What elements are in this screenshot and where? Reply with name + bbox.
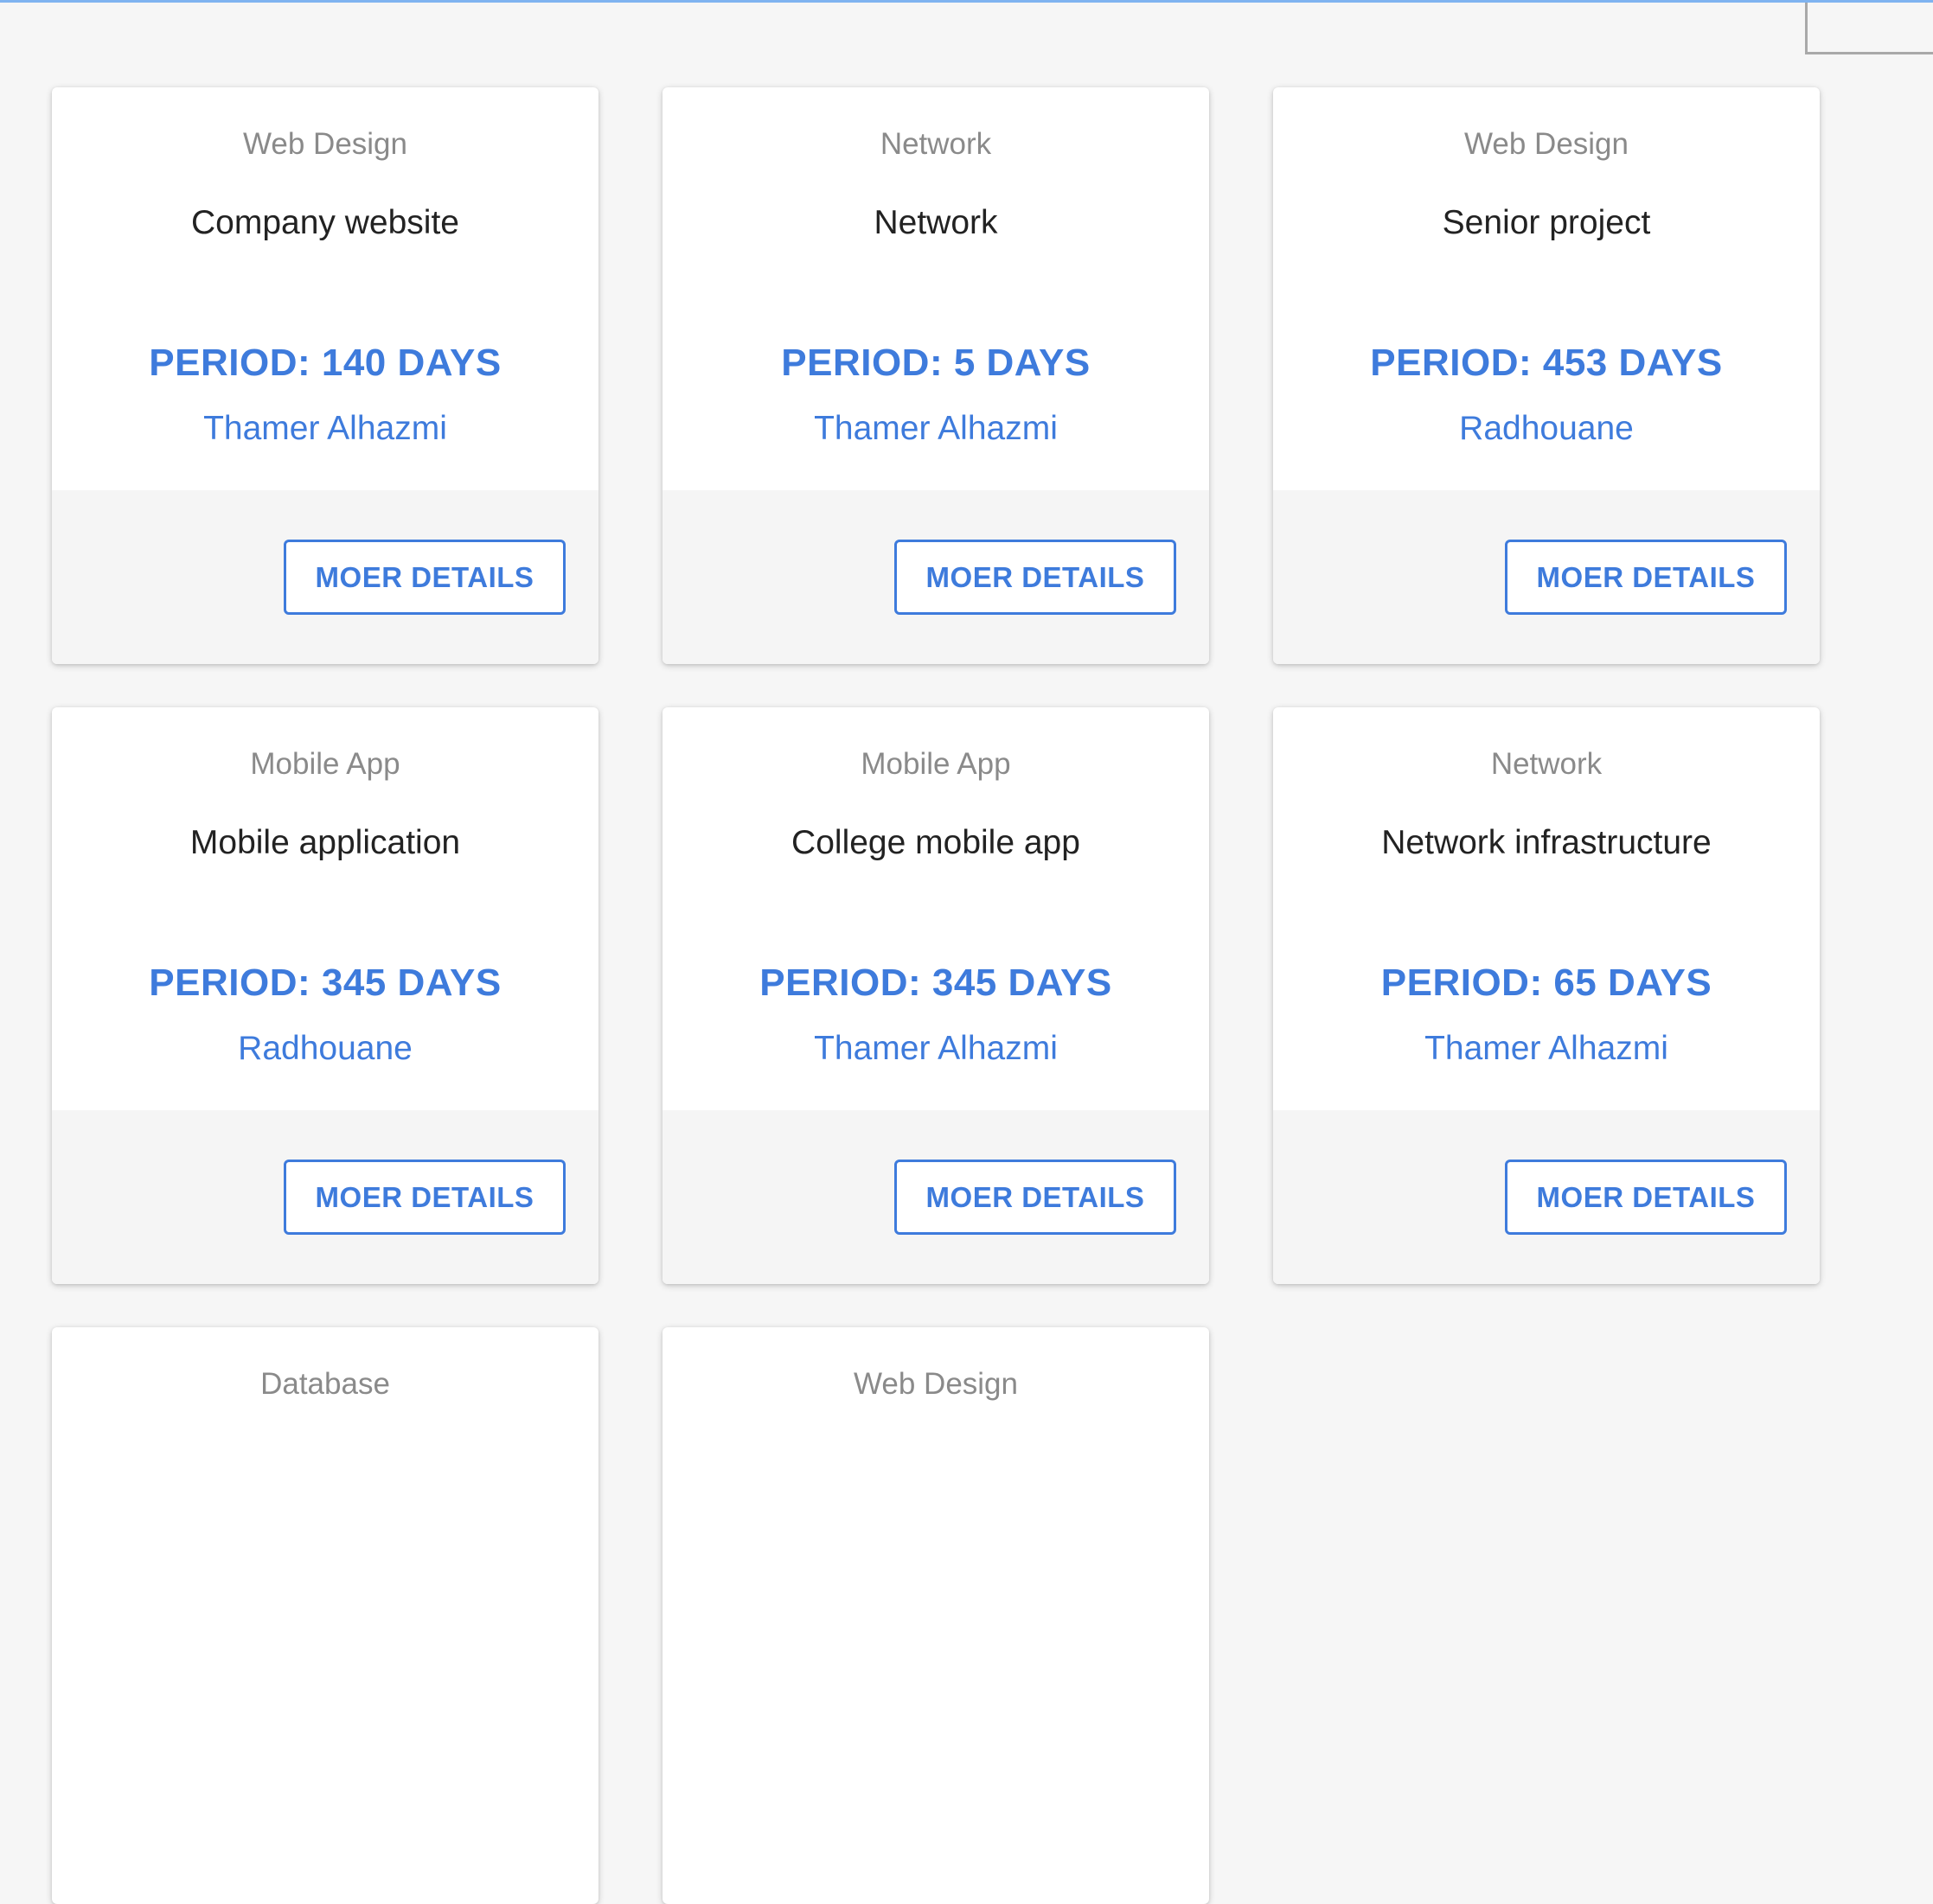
project-card: Mobile App College mobile app PERIOD: 34… (662, 707, 1209, 1284)
project-card: Web Design Company website PERIOD: 140 D… (52, 87, 598, 664)
card-period: PERIOD: 5 DAYS (781, 342, 1091, 384)
project-card: Database (52, 1327, 598, 1904)
card-author: Thamer Alhazmi (814, 410, 1058, 447)
card-title: Senior project (1442, 204, 1651, 241)
card-footer: MOER DETAILS (662, 490, 1209, 664)
top-accent-bar (0, 0, 1933, 3)
card-title: Mobile application (189, 824, 461, 861)
project-card: Network Network infrastructure PERIOD: 6… (1273, 707, 1820, 1284)
card-body: Mobile App College mobile app PERIOD: 34… (662, 707, 1209, 1110)
card-category: Web Design (242, 127, 407, 161)
card-author: Thamer Alhazmi (814, 1030, 1058, 1067)
project-card: Network Network PERIOD: 5 DAYS Thamer Al… (662, 87, 1209, 664)
card-period: PERIOD: 140 DAYS (149, 342, 502, 384)
card-body: Web Design (662, 1327, 1209, 1730)
card-category: Mobile App (861, 747, 1011, 781)
project-card: Web Design (662, 1327, 1209, 1904)
card-period: PERIOD: 65 DAYS (1380, 962, 1712, 1004)
card-footer: MOER DETAILS (1273, 490, 1820, 664)
card-category: Web Design (1463, 127, 1629, 161)
card-title: Company website (191, 204, 459, 241)
card-author: Radhouane (238, 1030, 413, 1067)
project-card: Mobile App Mobile application PERIOD: 34… (52, 707, 598, 1284)
card-author: Radhouane (1459, 410, 1634, 447)
card-period: PERIOD: 345 DAYS (759, 962, 1112, 1004)
project-card-grid: Web Design Company website PERIOD: 140 D… (52, 87, 1820, 1904)
card-title: Network infrastructure (1381, 824, 1712, 861)
card-body: Network Network infrastructure PERIOD: 6… (1273, 707, 1820, 1110)
card-category: Database (260, 1367, 390, 1401)
corner-panel (1805, 3, 1933, 54)
card-footer: MOER DETAILS (662, 1110, 1209, 1284)
card-category: Mobile App (250, 747, 400, 781)
card-period: PERIOD: 453 DAYS (1370, 342, 1723, 384)
card-footer: MOER DETAILS (52, 490, 598, 664)
card-category: Web Design (853, 1367, 1018, 1401)
more-details-button[interactable]: MOER DETAILS (1505, 540, 1787, 615)
more-details-button[interactable]: MOER DETAILS (894, 540, 1176, 615)
card-body: Web Design Senior project PERIOD: 453 DA… (1273, 87, 1820, 490)
card-body: Web Design Company website PERIOD: 140 D… (52, 87, 598, 490)
card-title: College mobile app (791, 824, 1080, 861)
card-category: Network (1490, 747, 1603, 781)
more-details-button[interactable]: MOER DETAILS (894, 1160, 1176, 1235)
card-author: Thamer Alhazmi (1424, 1030, 1668, 1067)
card-body: Mobile App Mobile application PERIOD: 34… (52, 707, 598, 1110)
more-details-button[interactable]: MOER DETAILS (284, 540, 566, 615)
card-author: Thamer Alhazmi (203, 410, 447, 447)
card-body: Database (52, 1327, 598, 1730)
card-title: Network (874, 204, 998, 241)
more-details-button[interactable]: MOER DETAILS (284, 1160, 566, 1235)
card-footer: MOER DETAILS (1273, 1110, 1820, 1284)
card-category: Network (880, 127, 992, 161)
card-period: PERIOD: 345 DAYS (149, 962, 502, 1004)
card-body: Network Network PERIOD: 5 DAYS Thamer Al… (662, 87, 1209, 490)
card-footer: MOER DETAILS (52, 1110, 598, 1284)
more-details-button[interactable]: MOER DETAILS (1505, 1160, 1787, 1235)
project-card: Web Design Senior project PERIOD: 453 DA… (1273, 87, 1820, 664)
